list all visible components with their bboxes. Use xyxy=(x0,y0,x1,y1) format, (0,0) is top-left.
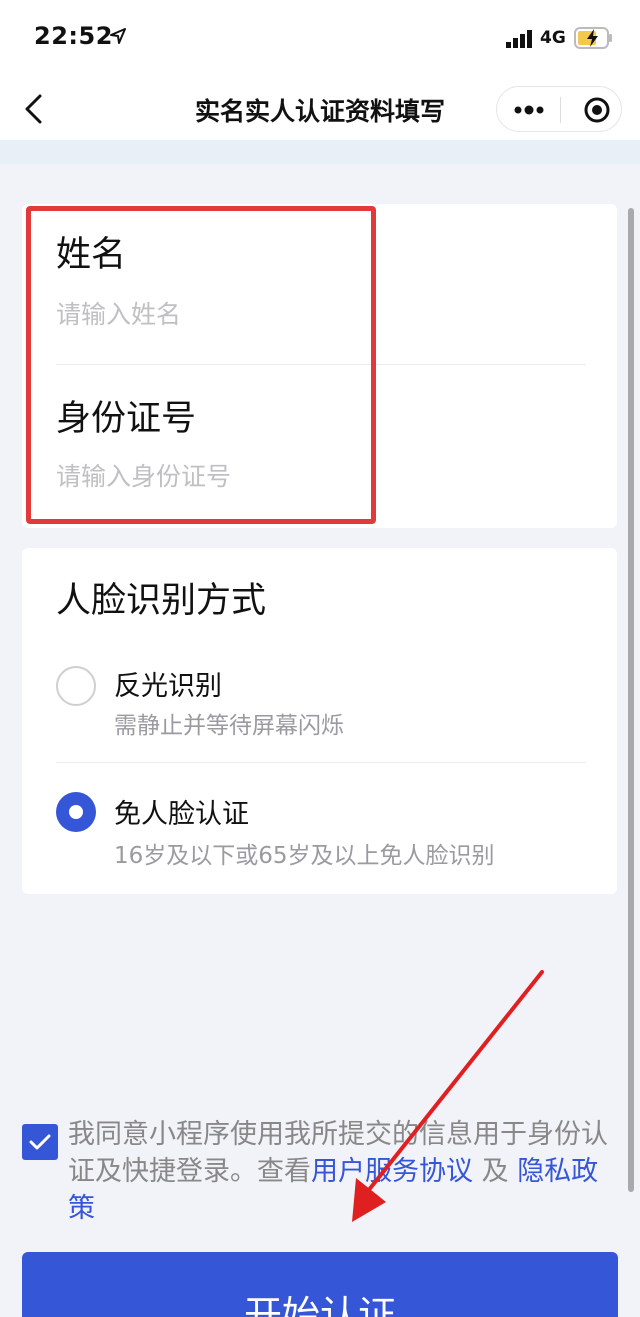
field-divider xyxy=(56,364,586,365)
option-reflection[interactable]: 反光识别 需静止并等待屏幕闪烁 xyxy=(22,652,617,748)
nav-shadow xyxy=(0,140,640,164)
name-input[interactable] xyxy=(56,294,576,334)
start-verification-button[interactable]: 开始认证 xyxy=(22,1252,618,1317)
navigation-bar: 实名实人认证资料填写 xyxy=(0,78,640,140)
face-section-title: 人脸识别方式 xyxy=(56,581,267,621)
agreement-checkbox[interactable] xyxy=(22,1124,58,1160)
face-recognition-card: 人脸识别方式 反光识别 需静止并等待屏幕闪烁 免人脸认证 16岁及以下或65岁及… xyxy=(22,548,617,894)
status-bar: 22:52 4G xyxy=(0,0,640,78)
network-label: 4G xyxy=(540,28,566,48)
option-description: 需静止并等待屏幕闪烁 xyxy=(114,713,344,739)
scrollbar[interactable] xyxy=(628,208,634,1192)
signal-icon xyxy=(506,30,532,48)
option-divider xyxy=(56,762,586,763)
red-arrow-annotation xyxy=(352,970,544,1222)
battery-charging-icon xyxy=(574,27,612,49)
option-title: 反光识别 xyxy=(114,671,222,702)
capsule-divider xyxy=(560,97,561,123)
radio-reflection[interactable] xyxy=(56,666,96,706)
close-mini-program-icon[interactable] xyxy=(583,96,611,124)
id-number-label: 身份证号 xyxy=(56,399,197,439)
location-arrow-icon xyxy=(110,28,126,44)
more-icon[interactable] xyxy=(513,99,545,121)
status-time: 22:52 xyxy=(34,22,113,50)
radio-no-face[interactable] xyxy=(56,792,96,832)
mini-program-capsule xyxy=(496,86,622,132)
option-no-face[interactable]: 免人脸认证 16岁及以下或65岁及以上免人脸识别 xyxy=(22,786,617,882)
id-number-input[interactable] xyxy=(56,456,576,496)
option-title: 免人脸认证 xyxy=(114,799,249,830)
option-description: 16岁及以下或65岁及以上免人脸识别 xyxy=(114,843,495,869)
name-label: 姓名 xyxy=(56,235,127,275)
identity-form-card: 姓名 身份证号 xyxy=(22,204,617,528)
check-icon xyxy=(29,1134,51,1150)
